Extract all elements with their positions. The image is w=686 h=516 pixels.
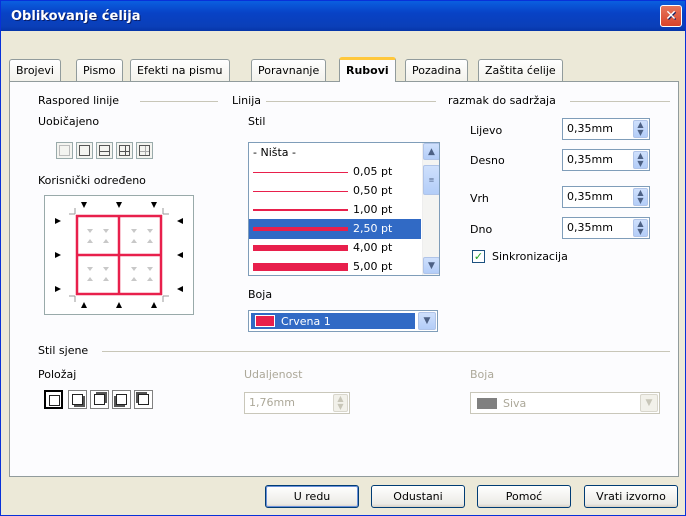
bottom-spacing-stepper[interactable]: 0,35mm ▲ ▼	[562, 217, 650, 239]
shadow-color-label: Boja	[470, 368, 495, 381]
list-item[interactable]: 4,00 pt	[249, 238, 421, 258]
preset-outer-border-button[interactable]	[76, 142, 93, 159]
shadow-distance-stepper[interactable]: 1,76mm ▲ ▼	[244, 392, 350, 414]
spin-icon: ▲ ▼	[333, 394, 348, 412]
shadow-bottom-right-button[interactable]	[68, 390, 87, 409]
list-scrollbar[interactable]: ▲ ≡ ▼	[422, 143, 439, 275]
help-button[interactable]: Pomoć	[477, 485, 571, 508]
top-spacing-stepper[interactable]: 0,35mm ▲ ▼	[562, 186, 650, 208]
scroll-up-icon[interactable]: ▲	[423, 143, 439, 160]
spin-icon: ▲ ▼	[633, 151, 648, 169]
dialog-window: Oblikovanje ćelija ✕ Brojevi Pismo Efekt…	[0, 0, 686, 516]
shadow-none-button[interactable]	[44, 390, 63, 409]
line-color-label: Boja	[248, 288, 273, 301]
color-swatch	[255, 315, 275, 327]
color-swatch	[477, 398, 497, 409]
shadow-distance-label: Udaljenost	[244, 368, 303, 381]
line-style-list[interactable]: - Ništa - 0,05 pt 0,50 pt 1,00 pt 2,50 p…	[248, 142, 440, 276]
sync-label: Sinkronizacija	[492, 250, 568, 263]
shadow-top-right-button[interactable]	[90, 390, 109, 409]
bottom-spacing-label: Dno	[470, 223, 493, 236]
tab-zastita-celije[interactable]: Zaštita ćelije	[478, 59, 563, 81]
tab-brojevi[interactable]: Brojevi	[9, 59, 61, 81]
arrow-icon	[151, 302, 157, 308]
arrow-icon	[151, 202, 157, 208]
top-spacing-label: Vrh	[470, 192, 489, 205]
preset-all-borders-button[interactable]	[116, 142, 133, 159]
chevron-down-icon[interactable]: ▼	[640, 394, 658, 412]
tab-efekti-na-pismu[interactable]: Efekti na pismu	[130, 59, 230, 81]
close-icon[interactable]: ✕	[660, 5, 682, 27]
arrow-icon	[55, 286, 61, 292]
preset-outer-horizontal-button[interactable]	[96, 142, 113, 159]
divider	[140, 101, 218, 102]
tab-poravnanje[interactable]: Poravnanje	[251, 59, 327, 81]
arrow-icon	[116, 302, 122, 308]
right-spacing-label: Desno	[470, 154, 505, 167]
style-label: Stil	[248, 115, 266, 128]
line-color-value: Crvena 1	[281, 315, 331, 328]
line-arrangement-heading: Raspored linije	[38, 94, 120, 107]
spin-icon: ▲ ▼	[633, 188, 648, 206]
scroll-down-icon[interactable]: ▼	[423, 257, 439, 274]
chevron-down-icon[interactable]: ▼	[418, 312, 436, 330]
window-title: Oblikovanje ćelija	[11, 8, 141, 24]
user-defined-label: Korisnički određeno	[38, 174, 146, 187]
list-item[interactable]: - Ništa -	[249, 143, 421, 163]
arrow-icon	[55, 252, 61, 258]
selection-highlight	[251, 313, 415, 329]
shadow-top-left-button[interactable]	[134, 390, 153, 409]
arrow-icon	[81, 202, 87, 208]
shadow-color-value: Siva	[503, 397, 527, 410]
left-spacing-stepper[interactable]: 0,35mm ▲ ▼	[562, 118, 650, 140]
list-item[interactable]: 5,00 pt	[249, 257, 421, 275]
shadow-position-label: Položaj	[38, 368, 77, 381]
shadow-color-select[interactable]: Siva ▼	[470, 392, 660, 414]
scroll-thumb[interactable]: ≡	[423, 165, 439, 195]
title-bar[interactable]: Oblikovanje ćelija ✕	[1, 1, 685, 31]
border-preview[interactable]	[44, 195, 194, 315]
divider	[266, 101, 436, 102]
arrow-icon	[177, 252, 183, 258]
line-heading: Linija	[232, 94, 262, 107]
tab-panel-rubovi: Raspored linije Uobičajeno Korisnički od…	[9, 81, 679, 477]
list-item[interactable]: 0,05 pt	[249, 162, 421, 182]
spacing-heading: razmak do sadržaja	[448, 94, 556, 107]
arrow-icon	[177, 218, 183, 224]
list-item[interactable]: 0,50 pt	[249, 181, 421, 201]
cancel-button[interactable]: Odustani	[371, 485, 465, 508]
arrow-icon	[81, 302, 87, 308]
default-presets-label: Uobičajeno	[38, 115, 100, 128]
line-color-select[interactable]: Crvena 1 ▼	[248, 310, 438, 332]
arrow-icon	[177, 286, 183, 292]
tab-rubovi[interactable]: Rubovi	[339, 57, 396, 82]
list-item[interactable]: 1,00 pt	[249, 200, 421, 220]
divider	[102, 351, 670, 352]
arrow-icon	[55, 218, 61, 224]
reset-button[interactable]: Vrati izvorno	[584, 485, 678, 508]
list-item-selected[interactable]: 2,50 pt	[249, 219, 421, 239]
shadow-style-heading: Stil sjene	[38, 344, 89, 357]
sync-checkbox[interactable]: ✓	[472, 250, 485, 263]
arrow-icon	[116, 202, 122, 208]
spin-icon: ▲ ▼	[633, 120, 648, 138]
left-spacing-label: Lijevo	[470, 124, 503, 137]
tab-pismo[interactable]: Pismo	[76, 59, 123, 81]
tab-pozadina[interactable]: Pozadina	[405, 59, 469, 81]
spin-icon: ▲ ▼	[633, 219, 648, 237]
preset-outer-inner-light-button[interactable]	[136, 142, 153, 159]
divider	[570, 101, 670, 102]
shadow-bottom-left-button[interactable]	[112, 390, 131, 409]
preset-no-borders-button[interactable]	[56, 142, 73, 159]
right-spacing-stepper[interactable]: 0,35mm ▲ ▼	[562, 149, 650, 171]
ok-button[interactable]: U redu	[265, 485, 359, 508]
border-preview-graphic	[55, 202, 183, 308]
